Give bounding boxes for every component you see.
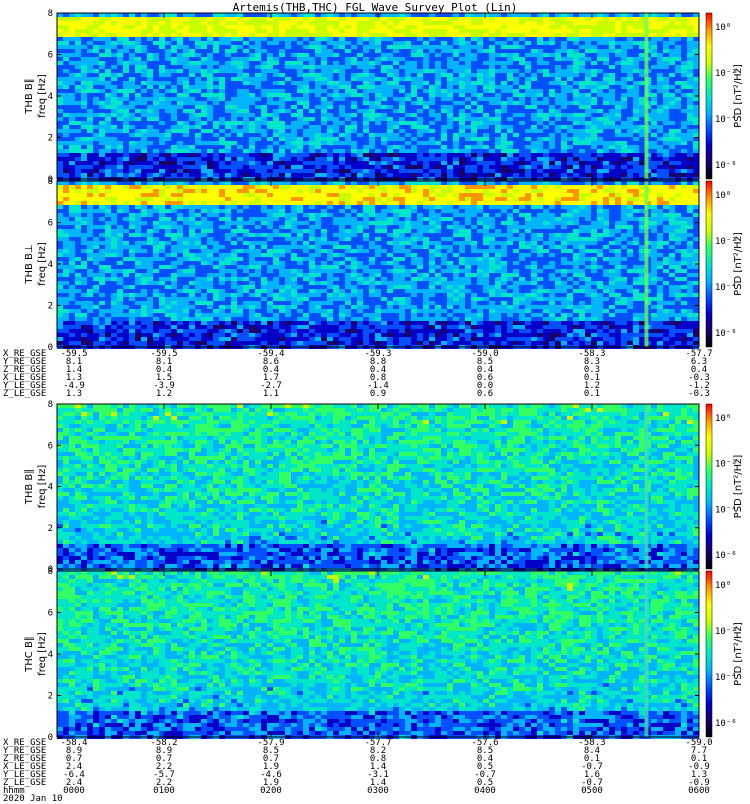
y-tick-label: 4 [48,260,53,270]
wave-feature-stripe [644,571,648,737]
panel-probe-label: THB B∥ [24,469,35,506]
colorbar-label: PSD [nT²/Hz] [733,622,744,686]
ephemeris-value: 0600 [674,787,724,795]
colorbar-tick-label: 10⁻⁶ [715,161,737,171]
spectrogram-panel-2: 02468THB B⊥freq [Hz]10⁰10⁻²10⁻⁴10⁻⁶PSD [… [24,177,744,353]
ephemeris-value: -0.3 [674,390,724,398]
y-tick-label: 2 [48,302,53,312]
y-tick-label: 6 [48,441,53,451]
ephemeris-value: 0.1 [567,390,617,398]
ephemeris-row-label: Z_LE_GSE [3,390,46,398]
ephemeris-value: 0200 [246,787,296,795]
colorbar-tick-label: 10⁰ [715,581,731,591]
colorbar [706,13,712,179]
colorbar-tick-label: 10⁰ [715,414,731,424]
y-axis-label: freq [Hz] [37,74,48,118]
y-tick-label: 4 [48,92,53,102]
panel-probe-label: THB B∥ [24,78,35,115]
y-tick-label: 4 [48,483,53,493]
spectrogram-figure: 02468THB B∥freq [Hz]10⁰10⁻²10⁻⁴10⁻⁶PSD [… [0,0,750,800]
ephemeris-value: 1.1 [246,390,296,398]
ephemeris-value: 0400 [460,787,510,795]
y-tick-label: 8 [48,400,53,410]
colorbar-tick-label: 10⁰ [715,23,731,33]
colorbar [706,404,712,569]
colorbar-tick-label: 10⁰ [715,191,731,201]
spectrogram-panel-3: 02468THB B∥freq [Hz]10⁰10⁻²10⁻⁴10⁻⁶PSD [… [24,400,744,575]
wave-feature-stripe [644,13,648,179]
ephemeris-value: 0.9 [353,390,403,398]
spectrogram-panel-1: 02468THB B∥freq [Hz]10⁰10⁻²10⁻⁴10⁻⁶PSD [… [24,9,744,185]
ephemeris-value: 0100 [139,787,189,795]
y-tick-label: 2 [48,134,53,144]
ephemeris-value: 0000 [49,787,99,795]
panel-probe-label: THC B∥ [24,636,35,673]
colorbar-tick-label: 10⁻⁶ [715,551,737,561]
spectrogram-panel-4: 02468THC B∥freq [Hz]10⁰10⁻²10⁻⁴10⁻⁶PSD [… [24,567,744,743]
ephemeris-value: 1.2 [139,390,189,398]
y-tick-label: 4 [48,650,53,660]
colorbar-label: PSD [nT²/Hz] [733,455,744,519]
ephemeris-value: 0300 [353,787,403,795]
y-axis-label: freq [Hz] [37,465,48,509]
wave-feature-stripe [644,404,648,569]
colorbar [706,571,712,737]
y-tick-label: 2 [48,692,53,702]
colorbar-label: PSD [nT²/Hz] [733,232,744,296]
colorbar [706,181,712,347]
y-tick-label: 6 [48,219,53,229]
ephemeris-value: 0500 [567,787,617,795]
ephemeris-row-label: 2020 Jan 10 [3,795,63,803]
y-tick-label: 8 [48,9,53,19]
y-tick-label: 6 [48,609,53,619]
y-axis-label: freq [Hz] [37,242,48,286]
ephemeris-value: 0.6 [460,390,510,398]
colorbar-label: PSD [nT²/Hz] [733,64,744,128]
wave-feature-stripe [644,181,648,347]
y-tick-label: 6 [48,51,53,61]
y-tick-label: 8 [48,177,53,187]
colorbar-tick-label: 10⁻⁶ [715,329,737,339]
y-tick-label: 8 [48,567,53,577]
y-tick-label: 2 [48,524,53,534]
y-axis-label: freq [Hz] [37,632,48,676]
colorbar-tick-label: 10⁻⁶ [715,719,737,729]
ephemeris-value: 1.3 [49,390,99,398]
panel-probe-label: THB B⊥ [24,244,35,284]
